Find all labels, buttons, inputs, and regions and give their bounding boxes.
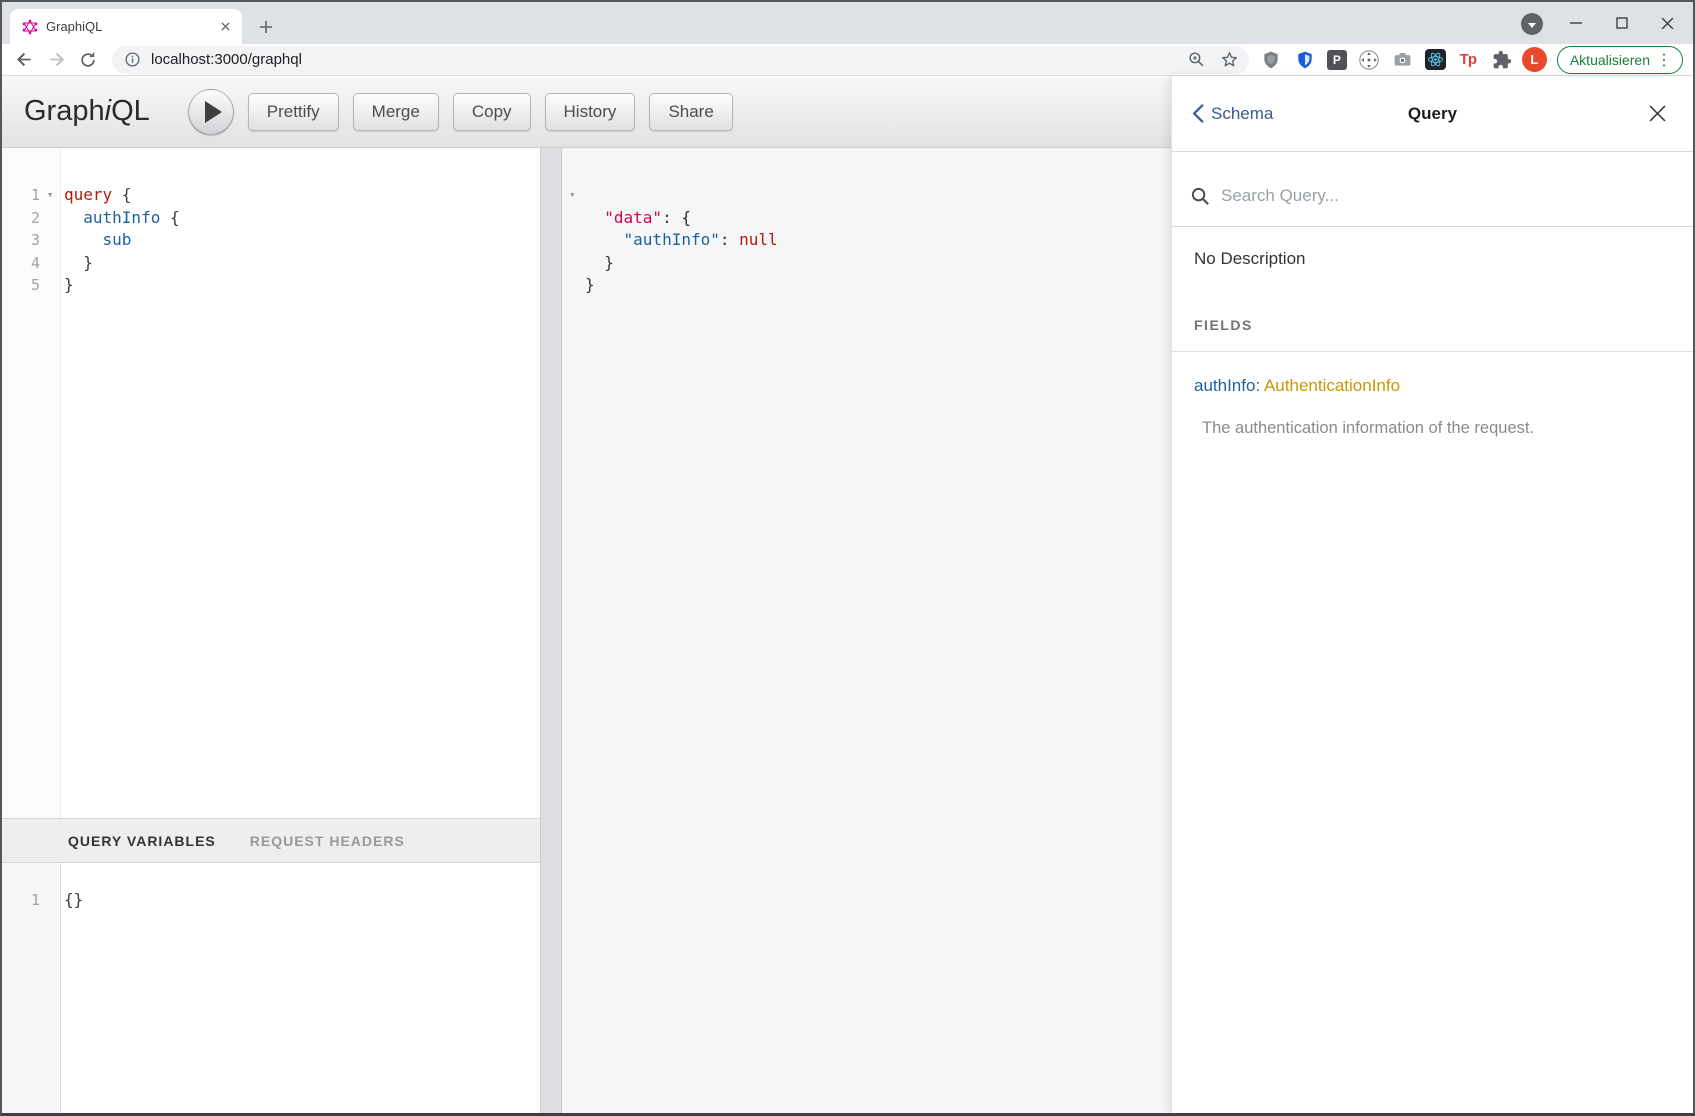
forward-button[interactable]	[42, 46, 70, 74]
doc-explorer-header: Schema Query	[1172, 76, 1693, 152]
ublock-extension-icon[interactable]	[1259, 48, 1283, 72]
code-line: }	[585, 274, 1171, 297]
tab-request-headers[interactable]: REQUEST HEADERS	[250, 833, 405, 849]
doc-explorer: Schema Query No Description FIELDS	[1171, 76, 1693, 1113]
code-line: 2 authInfo {	[2, 207, 540, 230]
update-button-label: Aktualisieren	[1570, 52, 1650, 68]
zoom-icon[interactable]	[1187, 50, 1206, 69]
tab-strip: GraphiQL	[2, 2, 1693, 44]
fields-heading: FIELDS	[1194, 317, 1665, 333]
maximize-button[interactable]	[1607, 8, 1637, 38]
field-type-link[interactable]: AuthenticationInfo	[1264, 376, 1400, 395]
field-name-link[interactable]: authInfo	[1194, 376, 1255, 395]
page-info-icon[interactable]	[124, 51, 141, 68]
code-line: 1 {}	[2, 889, 540, 912]
play-icon	[205, 101, 222, 123]
doc-back-link[interactable]: Schema	[1192, 104, 1273, 124]
graphiql-page: GraphiQL Prettify Merge Copy History Sha…	[2, 76, 1693, 1113]
react-devtools-extension-icon[interactable]	[1425, 49, 1446, 70]
line-number: 1	[2, 889, 40, 912]
code-line: 5 }	[2, 274, 540, 297]
new-tab-button[interactable]	[254, 15, 278, 39]
line-number: 2	[2, 207, 40, 230]
type-description: No Description	[1194, 247, 1665, 271]
prettify-button[interactable]: Prettify	[248, 93, 339, 131]
code-line: 1 ▾ query {	[2, 184, 540, 207]
merge-button[interactable]: Merge	[353, 93, 439, 131]
close-button[interactable]	[1652, 8, 1682, 38]
doc-search-bar	[1172, 152, 1693, 227]
line-number: 1	[2, 184, 40, 207]
doc-close-icon[interactable]	[1648, 104, 1667, 123]
browser-window: GraphiQL	[0, 0, 1695, 1116]
extensions-row: P	[1259, 48, 1514, 72]
p-extension-icon[interactable]: P	[1327, 50, 1347, 70]
tp-extension-icon[interactable]: Tp	[1456, 48, 1480, 72]
line-number: 4	[2, 252, 40, 275]
code-line: ▾{	[585, 184, 1171, 207]
line-number: 3	[2, 229, 40, 252]
code-line: 3 sub	[2, 229, 540, 252]
variables-editor[interactable]: 1 {}	[2, 863, 540, 1113]
doc-explorer-body: No Description FIELDS authInfo: Authenti…	[1172, 247, 1693, 440]
url-bar[interactable]: localhost:3000/graphql	[112, 46, 1249, 74]
update-button[interactable]: Aktualisieren ⋮	[1557, 46, 1683, 74]
code-line: }	[585, 252, 1171, 275]
camera-extension-icon[interactable]	[1391, 48, 1415, 72]
execute-button[interactable]	[188, 89, 234, 135]
tab-title: GraphiQL	[46, 19, 216, 34]
fold-arrow-icon[interactable]: ▾	[569, 184, 576, 207]
copy-button[interactable]: Copy	[453, 93, 531, 131]
url-text[interactable]: localhost:3000/graphql	[151, 51, 302, 68]
pane-resize-handle[interactable]	[540, 148, 562, 1113]
share-button[interactable]: Share	[649, 93, 732, 131]
doc-back-label: Schema	[1211, 104, 1273, 124]
code-line: "data": {	[585, 207, 1171, 230]
tab-close-icon[interactable]	[216, 18, 234, 36]
menu-kebab-icon[interactable]: ⋮	[1650, 50, 1678, 70]
extensions-puzzle-icon[interactable]	[1490, 48, 1514, 72]
tab-search-icon[interactable]	[1521, 13, 1543, 35]
history-button[interactable]: History	[545, 93, 636, 131]
graphql-favicon-icon	[22, 19, 38, 35]
search-icon	[1190, 186, 1211, 207]
fold-arrow-icon[interactable]: ▾	[40, 184, 60, 207]
query-editor[interactable]: 1 ▾ query { 2 authInfo { 3 sub 4	[2, 148, 540, 818]
fields-divider	[1172, 351, 1693, 352]
doc-search-input[interactable]	[1221, 186, 1673, 206]
profile-avatar[interactable]: L	[1522, 47, 1547, 72]
result-viewer: ▾{ "data": { "authInfo": null } }	[562, 148, 1171, 1113]
reload-button[interactable]	[74, 46, 102, 74]
code-line: 4 }	[2, 252, 540, 275]
graphiql-logo: GraphiQL	[24, 95, 150, 128]
field-description: The authentication information of the re…	[1194, 416, 1665, 440]
back-button[interactable]	[10, 46, 38, 74]
tab-query-variables[interactable]: QUERY VARIABLES	[68, 833, 216, 849]
code-line: "authInfo": null	[585, 229, 1171, 252]
line-number: 5	[2, 274, 40, 297]
graphiql-topbar: GraphiQL Prettify Merge Copy History Sha…	[2, 76, 1171, 148]
secondary-editor-titlebar: QUERY VARIABLES REQUEST HEADERS	[2, 818, 540, 863]
field-item: authInfo: AuthenticationInfo	[1194, 373, 1665, 399]
capture-extension-icon[interactable]	[1357, 48, 1381, 72]
minimize-button[interactable]	[1561, 8, 1591, 38]
browser-toolbar: localhost:3000/graphql	[2, 44, 1693, 76]
bookmark-star-icon[interactable]	[1220, 50, 1239, 69]
browser-tab[interactable]: GraphiQL	[10, 9, 242, 44]
bitwarden-extension-icon[interactable]	[1293, 48, 1317, 72]
